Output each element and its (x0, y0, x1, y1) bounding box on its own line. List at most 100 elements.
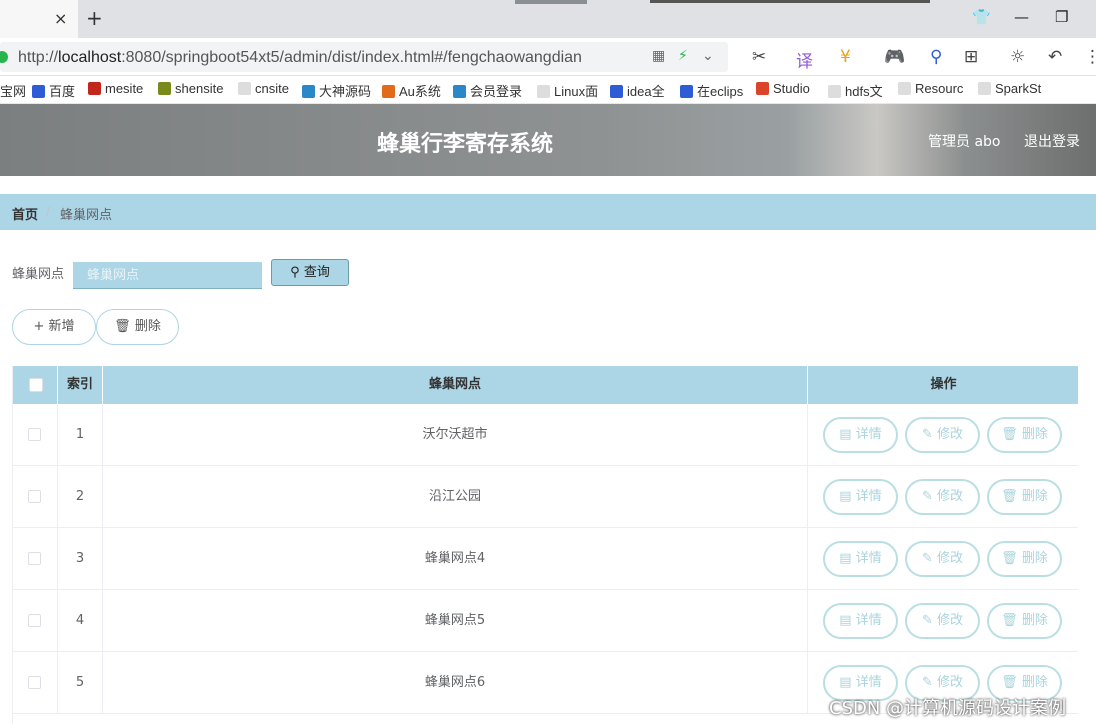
browser-tab-strip: × + 👕 — ❐ (0, 0, 1096, 38)
row-name: 沃尔沃超市 (103, 404, 808, 465)
qr-code-icon[interactable]: ▦ (652, 48, 665, 64)
row-checkbox[interactable] (28, 676, 41, 689)
browser-tab[interactable]: × (0, 0, 78, 38)
brightness-icon[interactable]: ☼ (1010, 47, 1025, 67)
bookmark-item[interactable]: Linux面 (537, 81, 598, 100)
scissors-icon[interactable]: ✂ (752, 47, 766, 67)
new-tab-icon[interactable]: + (86, 6, 103, 30)
breadcrumb-home[interactable]: 首页 (12, 204, 38, 223)
trash-icon: 🗑 (1001, 613, 1018, 628)
row-name: 蜂巢网点5 (103, 590, 808, 651)
bookmark-favicon (158, 82, 171, 95)
app-title: 蜂巢行李寄存系统 (376, 132, 553, 157)
search-icon: ⚲ (290, 265, 300, 280)
bookmark-item[interactable]: 百度 (32, 81, 75, 100)
app-header: 蜂巢行李寄存系统 管理员 abo 退出登录 (0, 104, 1096, 176)
row-index: 3 (58, 528, 103, 589)
bookmark-favicon (382, 85, 395, 98)
bookmark-favicon (453, 85, 466, 98)
bookmark-favicon (978, 82, 991, 95)
document-icon: ▤ (839, 489, 852, 504)
undo-icon[interactable]: ↶ (1048, 47, 1062, 67)
bookmark-favicon (32, 85, 45, 98)
close-tab-icon[interactable]: × (54, 9, 67, 28)
delete-button[interactable]: 🗑 删除 (987, 479, 1062, 515)
logout-link[interactable]: 退出登录 (1024, 131, 1080, 151)
row-index: 1 (58, 404, 103, 465)
bookmark-favicon (898, 82, 911, 95)
bookmark-favicon (610, 85, 623, 98)
trash-icon: 🗑 (1001, 489, 1018, 504)
row-select-cell (13, 652, 58, 713)
edit-button[interactable]: ✎ 修改 (905, 417, 980, 453)
bookmark-item[interactable]: 会员登录 (453, 81, 522, 100)
row-select-cell (13, 466, 58, 527)
row-index: 5 (58, 652, 103, 713)
more-icon[interactable]: ⋮ (1084, 47, 1096, 67)
watermark: CSDN @计算机源码设计案例 (829, 698, 1067, 719)
bookmark-item[interactable]: shensite (158, 81, 223, 96)
row-ops: ▤ 详情 ✎ 修改 🗑 删除 (808, 590, 1078, 651)
table-row: 2 沿江公园 ▤ 详情 ✎ 修改 🗑 删除 (13, 466, 1078, 528)
bookmark-item[interactable]: 大神源码 (302, 81, 371, 100)
row-ops: ▤ 详情 ✎ 修改 🗑 删除 (808, 404, 1078, 465)
tab-thumbnail (650, 0, 930, 3)
batch-delete-button[interactable]: 🗑 删除 (96, 309, 179, 345)
tab-thumbnail (515, 0, 587, 4)
delete-button[interactable]: 🗑 删除 (987, 603, 1062, 639)
table-header: 索引 蜂巢网点 操作 (13, 366, 1078, 404)
search-button[interactable]: ⚲ 查询 (271, 259, 349, 286)
row-checkbox[interactable] (28, 428, 41, 441)
row-checkbox[interactable] (28, 552, 41, 565)
shirt-icon[interactable]: 👕 (972, 8, 991, 26)
row-select-cell (13, 528, 58, 589)
row-name: 沿江公园 (103, 466, 808, 527)
select-all-column (13, 366, 58, 404)
row-select-cell (13, 590, 58, 651)
trash-icon: 🗑 (1001, 675, 1018, 690)
restore-icon[interactable]: ❐ (1055, 8, 1068, 26)
delete-button[interactable]: 🗑 删除 (987, 417, 1062, 453)
bookmark-favicon (238, 82, 251, 95)
add-button[interactable]: + 新增 (12, 309, 96, 345)
edit-button[interactable]: ✎ 修改 (905, 479, 980, 515)
bookmark-item[interactable]: cnsite (238, 81, 289, 96)
plus-icon: + (33, 319, 45, 334)
select-all-checkbox[interactable] (29, 378, 43, 392)
edit-button[interactable]: ✎ 修改 (905, 603, 980, 639)
edit-button[interactable]: ✎ 修改 (905, 541, 980, 577)
coin-icon[interactable]: ¥ (840, 47, 851, 67)
gamepad-icon[interactable]: 🎮 (884, 47, 905, 67)
bookmark-item[interactable]: hdfs文 (828, 81, 883, 100)
pencil-icon: ✎ (921, 551, 933, 566)
document-icon: ▤ (839, 551, 852, 566)
chevron-down-icon[interactable]: ⌄ (702, 48, 714, 64)
lightning-icon[interactable]: ⚡ (678, 48, 688, 64)
minimize-icon[interactable]: — (1014, 8, 1029, 26)
search-input[interactable] (73, 262, 262, 289)
translate-icon[interactable]: 译 (796, 47, 813, 72)
table-row: 4 蜂巢网点5 ▤ 详情 ✎ 修改 🗑 删除 (13, 590, 1078, 652)
bookmark-item[interactable]: Au系统 (382, 81, 441, 100)
row-checkbox[interactable] (28, 490, 41, 503)
row-index: 4 (58, 590, 103, 651)
detail-button[interactable]: ▤ 详情 (823, 479, 898, 515)
search-icon[interactable]: ⚲ (930, 47, 942, 67)
row-checkbox[interactable] (28, 614, 41, 627)
address-bar[interactable]: http://localhost:8080/springboot54xt5/ad… (0, 42, 728, 72)
bookmark-item[interactable]: SparkSt (978, 81, 1041, 96)
bookmark-item[interactable]: Resourc (898, 81, 963, 96)
detail-button[interactable]: ▤ 详情 (823, 603, 898, 639)
breadcrumb-separator: / (46, 204, 51, 218)
bookmark-item[interactable]: idea全 (610, 81, 665, 100)
url-text[interactable]: http://localhost:8080/springboot54xt5/ad… (18, 49, 582, 67)
bookmark-item[interactable]: mesite (88, 81, 143, 96)
bookmark-item[interactable]: Studio (756, 81, 810, 96)
detail-button[interactable]: ▤ 详情 (823, 541, 898, 577)
delete-button[interactable]: 🗑 删除 (987, 541, 1062, 577)
bookmark-item[interactable]: 宝网 (0, 81, 26, 100)
apps-grid-icon[interactable]: ⊞ (964, 47, 978, 67)
detail-button[interactable]: ▤ 详情 (823, 417, 898, 453)
bookmark-item[interactable]: 在eclips (680, 81, 743, 100)
row-select-cell (13, 404, 58, 465)
